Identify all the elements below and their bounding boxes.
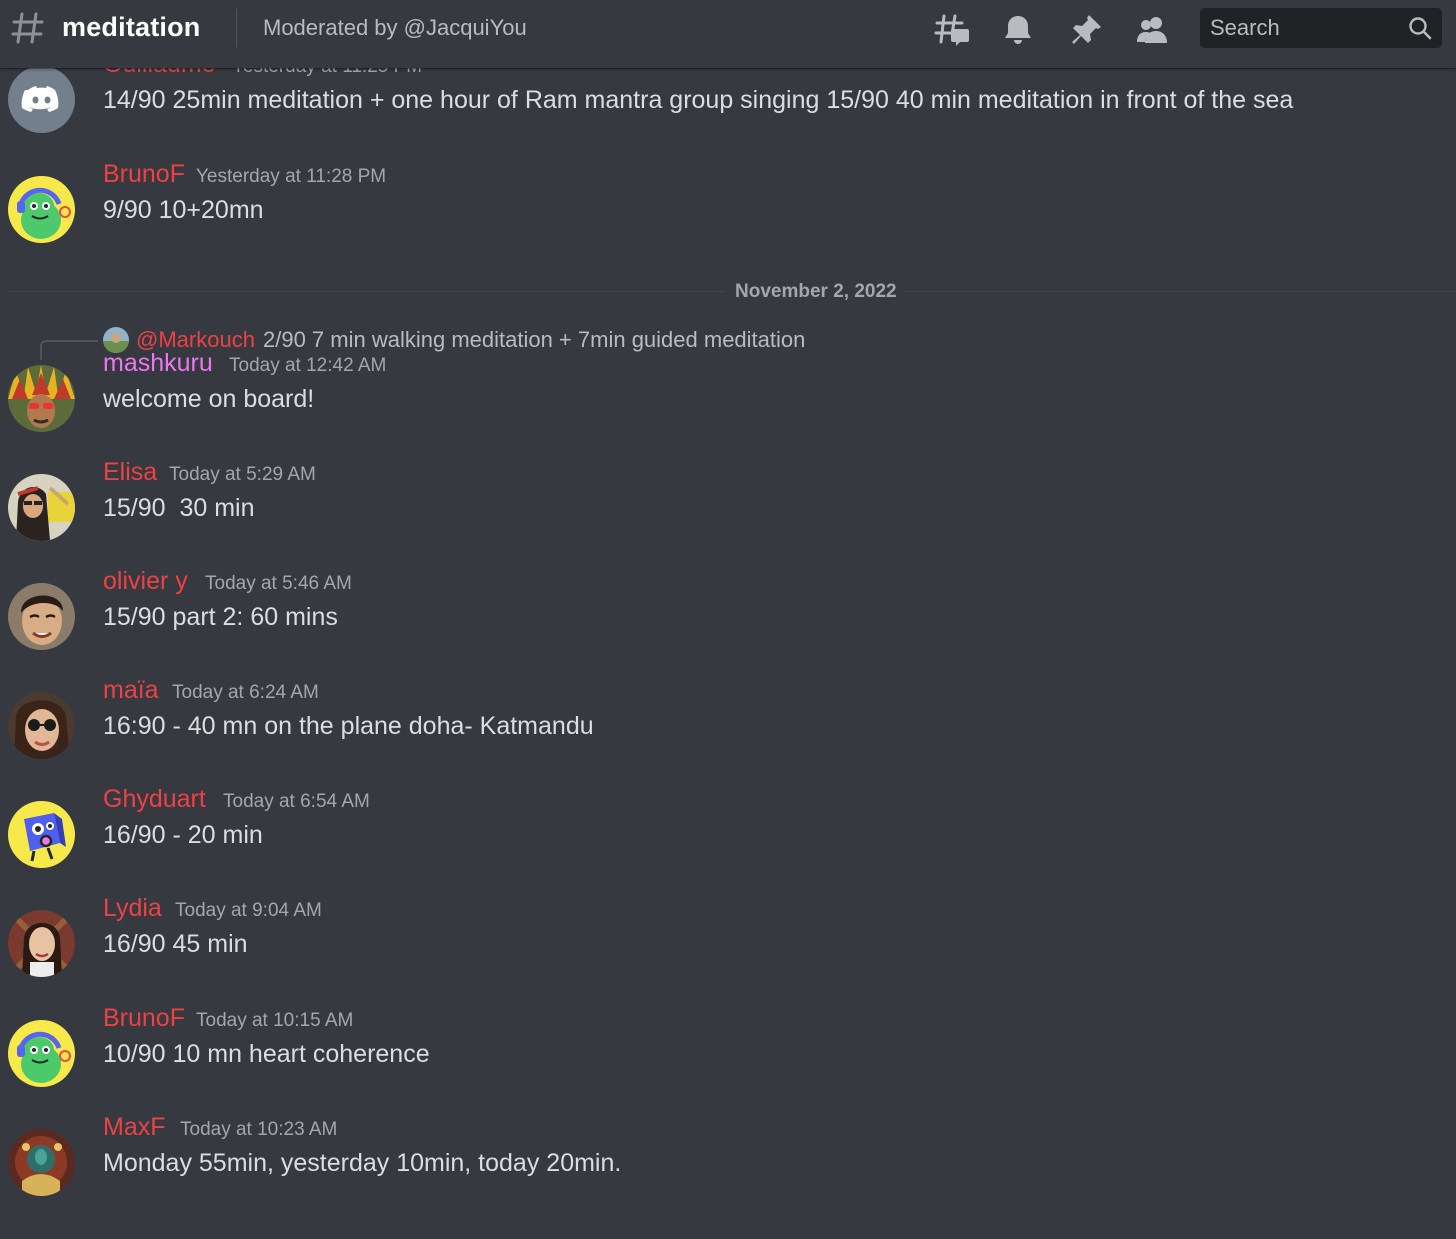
message-content: 16/90 45 min (103, 930, 248, 958)
message-content: welcome on board! (103, 385, 315, 413)
avatar[interactable] (8, 1129, 75, 1196)
channel-topic[interactable]: Moderated by @JacquiYou (263, 15, 527, 41)
message-timestamp: Yesterday at 11:28 PM (196, 166, 387, 187)
message: BrunoF Yesterday at 11:28 PM 9/90 10+20m… (0, 160, 1456, 286)
photo-avatar-icon (8, 692, 75, 759)
avatar[interactable] (8, 910, 75, 977)
message: MaxF Today at 10:23 AM Monday 55min, yes… (0, 1113, 1456, 1239)
message-author[interactable]: mashkuru (103, 349, 213, 378)
reply-text[interactable]: 2/90 7 min walking meditation + 7min gui… (263, 327, 805, 353)
search-input[interactable] (1210, 14, 1400, 42)
member-list-icon[interactable] (1134, 12, 1170, 48)
message-timestamp: Today at 10:23 AM (180, 1119, 338, 1140)
avatar[interactable] (8, 801, 75, 868)
photo-avatar-icon (8, 910, 75, 977)
message: Guillaume Yesterday at 11:25 PM 14/90 25… (0, 50, 1456, 176)
message: maïa Today at 6:24 AM 16:90 - 40 mn on t… (0, 676, 1456, 802)
message-author[interactable]: maïa (103, 676, 159, 705)
message-content: Monday 55min, yesterday 10min, today 20m… (103, 1149, 622, 1177)
message: olivier y Today at 5:46 AM 15/90 part 2:… (0, 567, 1456, 693)
message-content: 15/90 part 2: 60 mins (103, 603, 338, 631)
message-content: 14/90 25min meditation + one hour of Ram… (103, 86, 1294, 114)
message: Ghyduart Today at 6:54 AM 16/90 - 20 min (0, 785, 1456, 911)
message: BrunoF Today at 10:15 AM 10/90 10 mn hea… (0, 1004, 1456, 1130)
message-timestamp: Today at 12:42 AM (229, 355, 387, 376)
message-content: 9/90 10+20mn (103, 196, 264, 224)
date-divider-line (8, 291, 724, 292)
photo-avatar-icon (8, 474, 75, 541)
avatar[interactable] (8, 176, 75, 243)
message-timestamp: Today at 6:54 AM (223, 791, 370, 812)
search-box[interactable] (1200, 8, 1442, 48)
photo-avatar-icon (8, 583, 75, 650)
message-author[interactable]: Lydia (103, 894, 162, 923)
message-content: 16/90 - 20 min (103, 821, 263, 849)
message: mashkuru Today at 12:42 AM welcome on bo… (0, 349, 1456, 475)
message-author[interactable]: Elisa (103, 458, 157, 487)
message-content: 10/90 10 mn heart coherence (103, 1040, 430, 1068)
message-author[interactable]: MaxF (103, 1113, 166, 1142)
avatar[interactable] (8, 66, 75, 133)
message-timestamp: Today at 10:15 AM (196, 1010, 354, 1031)
date-divider-line (904, 291, 1456, 292)
message-timestamp: Today at 5:29 AM (169, 464, 316, 485)
avatar[interactable] (8, 1020, 75, 1087)
message-content: 15/90 30 min (103, 494, 255, 522)
message-content: 16:90 - 40 mn on the plane doha- Katmand… (103, 712, 594, 740)
robot-avatar-icon (8, 176, 75, 243)
avatar[interactable] (8, 365, 75, 432)
message-author[interactable]: olivier y (103, 567, 188, 596)
notification-bell-icon[interactable] (1000, 12, 1036, 48)
avatar[interactable] (8, 474, 75, 541)
avatar[interactable] (8, 692, 75, 759)
robot-avatar-icon (8, 1020, 75, 1087)
box-robot-avatar-icon (8, 801, 75, 868)
search-icon[interactable] (1408, 16, 1432, 40)
message-author[interactable]: BrunoF (103, 1004, 185, 1033)
painting-avatar-icon (8, 1129, 75, 1196)
hash-icon (11, 12, 44, 44)
threads-icon[interactable] (934, 12, 970, 48)
message-author[interactable]: Ghyduart (103, 785, 206, 814)
avatar[interactable] (8, 583, 75, 650)
channel-name: meditation (62, 12, 201, 42)
channel-header: meditation Moderated by @JacquiYou (0, 0, 1456, 68)
message-timestamp: Today at 5:46 AM (205, 573, 352, 594)
message-author[interactable]: BrunoF (103, 160, 185, 189)
message: Elisa Today at 5:29 AM 15/90 30 min (0, 458, 1456, 584)
date-divider: November 2, 2022 (735, 281, 897, 302)
message-timestamp: Today at 6:24 AM (172, 682, 319, 703)
feather-headdress-avatar-icon (8, 365, 75, 432)
discord-logo-icon (8, 66, 75, 133)
message: Lydia Today at 9:04 AM 16/90 45 min (0, 894, 1456, 1020)
message-timestamp: Today at 9:04 AM (175, 900, 322, 921)
header-divider (236, 9, 237, 47)
reply-spine (40, 340, 98, 360)
pin-icon[interactable] (1068, 12, 1104, 48)
